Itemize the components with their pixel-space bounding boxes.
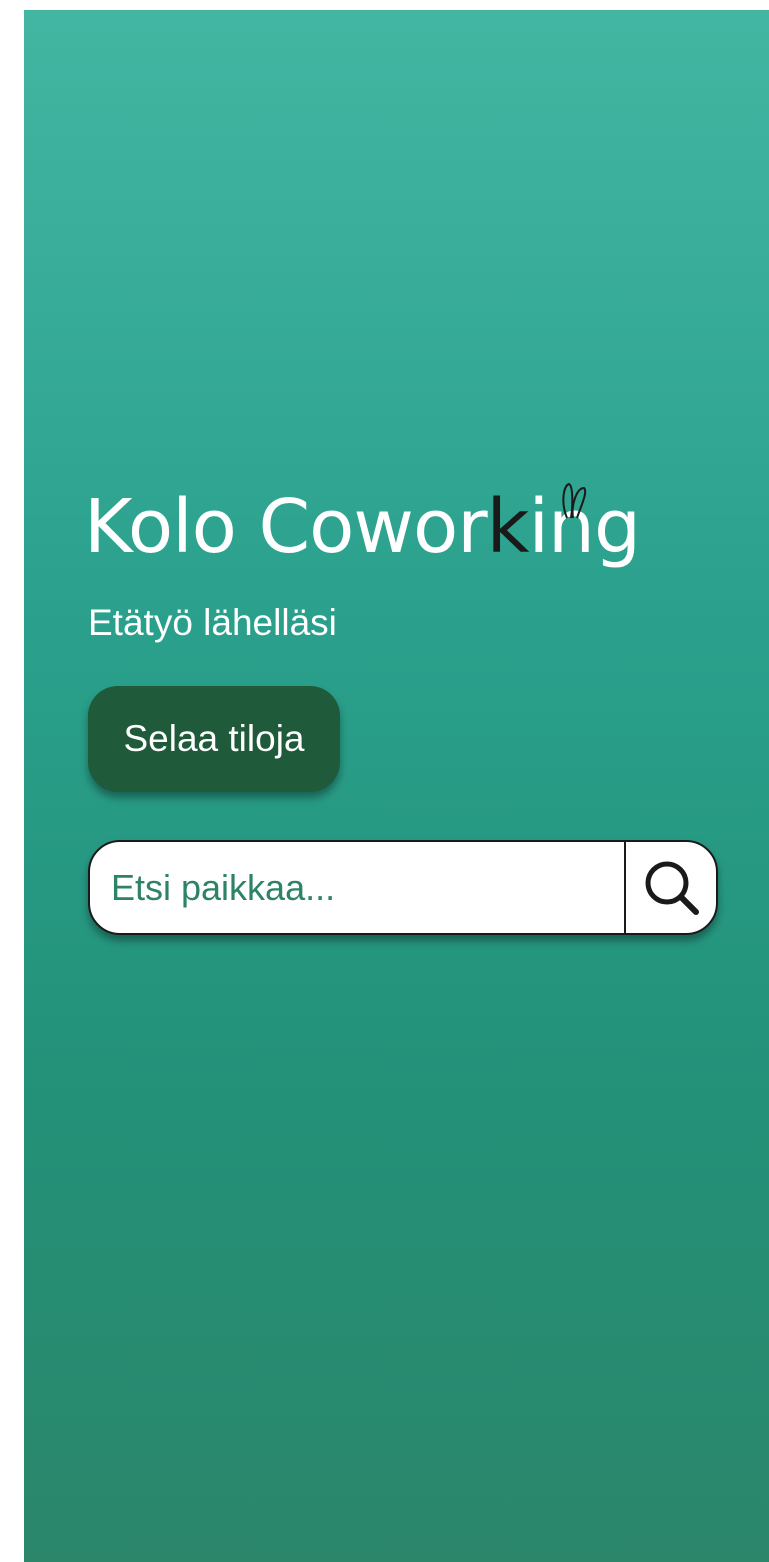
search-icon: [645, 861, 699, 915]
brand-title-highlight: k: [486, 484, 530, 570]
search-bar: [88, 840, 718, 935]
search-button[interactable]: [624, 842, 716, 933]
rabbit-ears-icon: [562, 482, 587, 519]
browse-spaces-button[interactable]: Selaa tiloja: [88, 686, 340, 792]
search-input[interactable]: [90, 842, 624, 933]
app-screen: Kolo Coworking Etätyö lähelläsi Selaa ti…: [24, 10, 769, 1562]
brand-logo: Kolo Coworking: [84, 480, 744, 600]
brand-title-start: Kolo Cowor: [84, 484, 488, 570]
tagline: Etätyö lähelläsi: [88, 602, 337, 643]
